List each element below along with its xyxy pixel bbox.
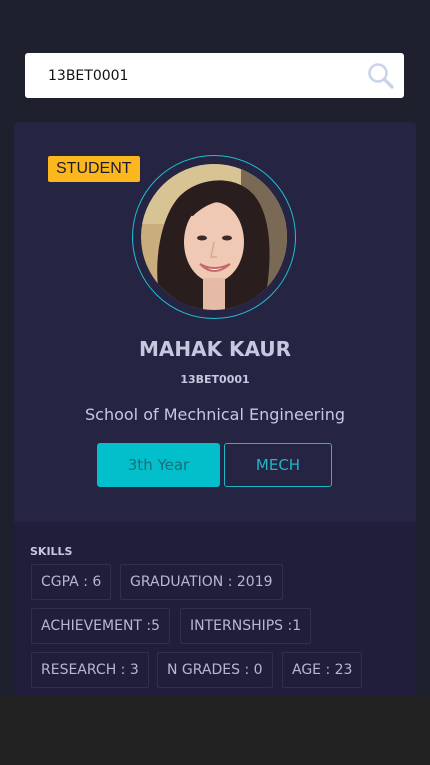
department-button[interactable]: MECH — [224, 443, 332, 487]
school-name: School of Mechnical Engineering — [84, 405, 345, 424]
skill-chip-research: RESEARCH : 3 — [31, 652, 149, 688]
search-input[interactable] — [25, 53, 355, 98]
skill-chip-age: AGE : 23 — [282, 652, 363, 688]
skill-chip-internships: INTERNSHIPS :1 — [180, 608, 312, 644]
search-bar — [25, 53, 404, 98]
avatar — [141, 164, 287, 310]
skill-chip-cgpa: CGPA : 6 — [31, 564, 112, 600]
profile-section: STUDENT MAHAK KAUR 13BET0001 School of M… — [14, 122, 416, 522]
student-name: MAHAK KAUR — [138, 337, 292, 361]
student-badge: STUDENT — [48, 156, 140, 182]
app-screen: STUDENT — [0, 0, 430, 696]
skill-chip-graduation: GRADUATION : 2019 — [120, 564, 283, 600]
year-button[interactable]: 3th Year — [97, 443, 220, 487]
bottom-bar — [0, 696, 430, 765]
skill-chip-n-grades: N GRADES : 0 — [157, 652, 273, 688]
search-icon[interactable] — [367, 62, 394, 89]
student-id: 13BET0001 — [180, 373, 250, 386]
student-card: STUDENT MAHAK KAUR 13BET0001 School of M… — [14, 122, 416, 696]
skill-chip-achievement: ACHIEVEMENT :5 — [31, 608, 171, 644]
skills-heading: SKILLS — [30, 545, 73, 558]
